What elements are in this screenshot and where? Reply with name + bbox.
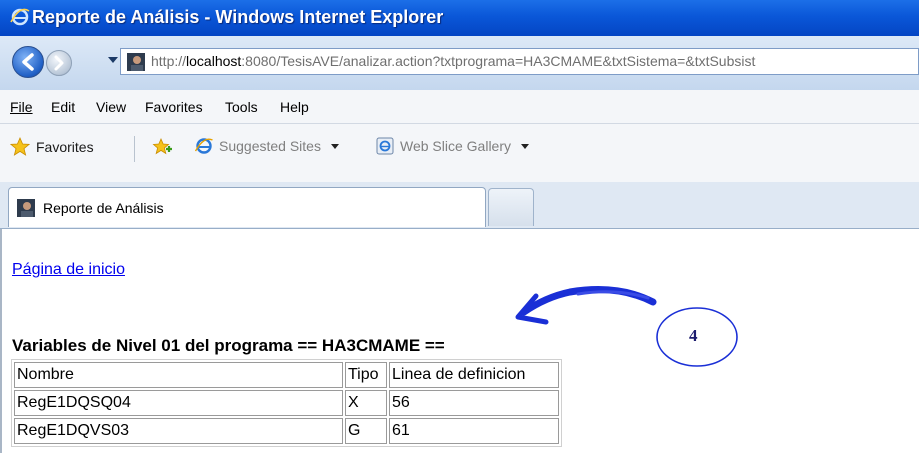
cell-linea: 56 xyxy=(389,390,559,416)
suggested-sites-button[interactable]: Suggested Sites xyxy=(195,137,339,155)
ie-small-icon xyxy=(195,138,213,154)
header-linea: Linea de definicion xyxy=(389,362,559,388)
web-slice-gallery-button[interactable]: Web Slice Gallery xyxy=(376,137,530,155)
recent-pages-dropdown[interactable] xyxy=(108,57,118,63)
star-icon xyxy=(10,137,30,156)
cell-nombre: RegE1DQSQ04 xyxy=(14,390,343,416)
tab-label: Reporte de Análisis xyxy=(43,200,164,216)
url-rest: :8080/TesisAVE/analizar.action?txtprogra… xyxy=(241,53,756,69)
back-button[interactable] xyxy=(12,46,44,78)
menu-tools-label: Tools xyxy=(225,99,258,115)
favorites-label: Favorites xyxy=(36,139,94,155)
menu-edit-label: Edit xyxy=(51,99,76,115)
cell-nombre: RegE1DQVS03 xyxy=(14,418,343,444)
tab-favicon-icon xyxy=(17,199,35,217)
add-to-favorites-bar-button[interactable] xyxy=(152,137,174,157)
annotation-number: 4 xyxy=(689,326,698,345)
favorites-button[interactable]: Favorites xyxy=(10,137,94,157)
tab-reporte[interactable]: Reporte de Análisis xyxy=(8,187,486,227)
tab-strip: Reporte de Análisis xyxy=(0,182,919,229)
forward-button[interactable] xyxy=(46,50,72,76)
favorites-separator xyxy=(134,136,135,162)
web-slice-dropdown-icon xyxy=(521,143,530,149)
cell-tipo: G xyxy=(345,418,387,444)
menu-edit[interactable]: Edit xyxy=(51,99,75,115)
menu-bar: File Edit View Favorites Tools Help xyxy=(0,90,919,124)
cell-tipo: X xyxy=(345,390,387,416)
site-favicon-icon xyxy=(127,53,145,71)
navigation-bar: http://localhost:8080/TesisAVE/analizar.… xyxy=(0,36,919,90)
variables-table: Nombre Tipo Linea de definicion RegE1DQS… xyxy=(11,359,562,447)
new-tab-button[interactable] xyxy=(488,188,534,226)
arrow-left-icon xyxy=(22,53,34,71)
menu-view[interactable]: View xyxy=(96,99,126,115)
page-heading: Variables de Nivel 01 del programa == HA… xyxy=(12,336,445,355)
web-slice-gallery-label: Web Slice Gallery xyxy=(400,138,512,154)
cell-linea: 61 xyxy=(389,418,559,444)
title-bar: Reporte de Análisis - Windows Internet E… xyxy=(0,0,919,36)
header-tipo: Tipo xyxy=(345,362,387,388)
home-link[interactable]: Página de inicio xyxy=(12,261,125,279)
url-prefix: http:// xyxy=(151,53,187,69)
address-bar[interactable]: http://localhost:8080/TesisAVE/analizar.… xyxy=(120,48,919,75)
menu-file[interactable]: File xyxy=(10,99,33,115)
suggested-sites-dropdown-icon xyxy=(330,143,339,149)
menu-favorites[interactable]: Favorites xyxy=(145,99,203,115)
web-slice-icon xyxy=(376,137,394,155)
address-url[interactable]: http://localhost:8080/TesisAVE/analizar.… xyxy=(151,53,755,69)
favorites-bar: Favorites Suggested Sites Web Slice Gall… xyxy=(0,124,919,183)
table-row: RegE1DQSQ04 X 56 xyxy=(14,390,559,416)
ie-logo-icon xyxy=(10,8,30,26)
menu-file-label: File xyxy=(10,99,33,115)
suggested-sites-label: Suggested Sites xyxy=(219,138,321,154)
annotation-arrow-icon xyxy=(515,286,657,325)
menu-help[interactable]: Help xyxy=(280,99,309,115)
table-row: RegE1DQVS03 G 61 xyxy=(14,418,559,444)
add-favorite-star-icon xyxy=(152,138,172,155)
header-nombre: Nombre xyxy=(14,362,343,388)
table-header-row: Nombre Tipo Linea de definicion xyxy=(14,362,559,388)
menu-favorites-label: Favorites xyxy=(145,99,203,115)
url-host: localhost xyxy=(186,53,242,69)
page-content: Página de inicio Variables de Nivel 01 d… xyxy=(0,229,919,453)
menu-tools[interactable]: Tools xyxy=(225,99,258,115)
menu-view-label: View xyxy=(96,99,127,115)
window-title: Reporte de Análisis - Windows Internet E… xyxy=(32,7,444,27)
arrow-right-icon xyxy=(54,55,64,71)
menu-help-label: Help xyxy=(280,99,309,115)
